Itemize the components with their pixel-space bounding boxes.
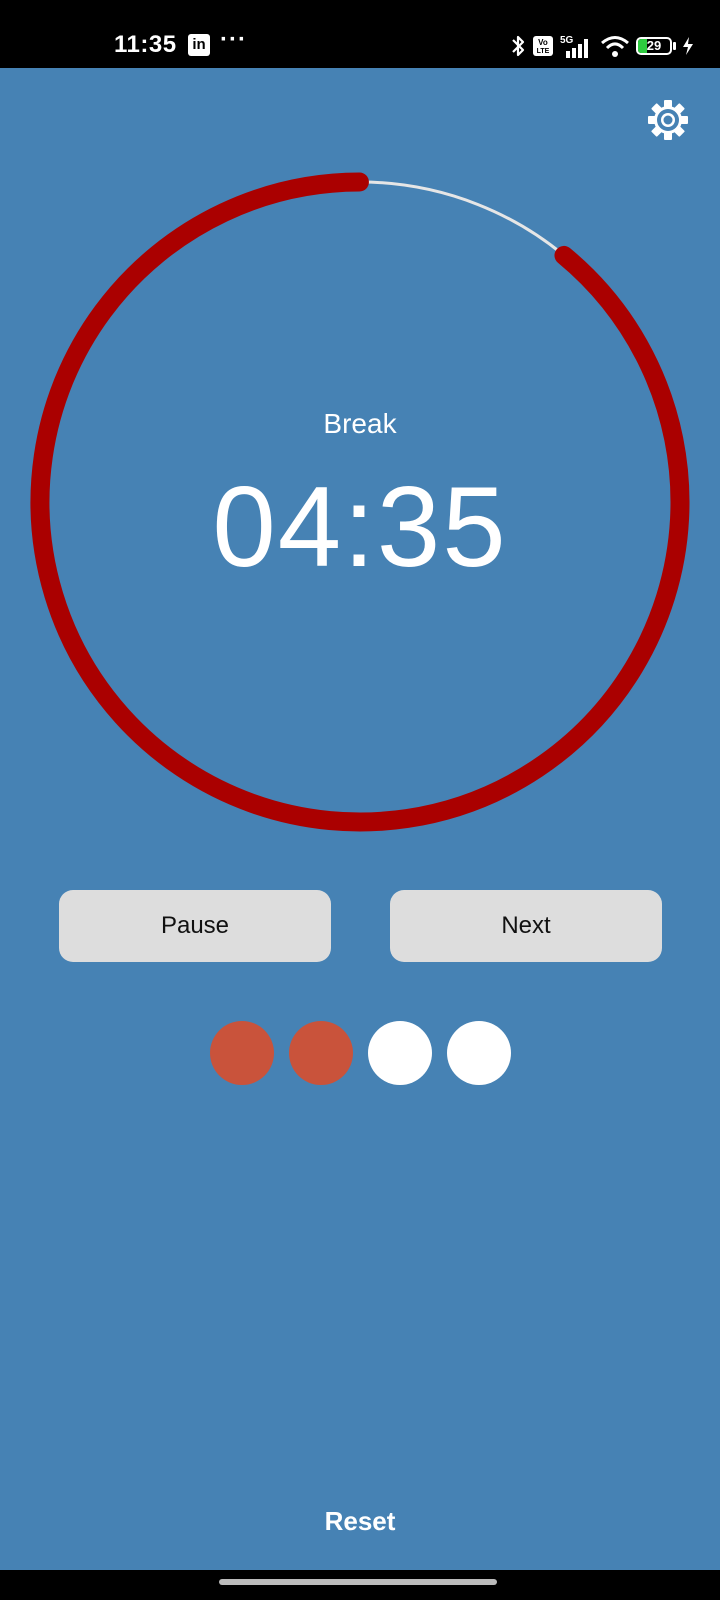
home-gesture-handle[interactable]: [219, 1579, 497, 1585]
phase-label: Break: [323, 408, 397, 439]
next-button[interactable]: Next: [390, 890, 662, 962]
pause-button[interactable]: Pause: [59, 890, 331, 962]
session-dot-pending: [367, 1021, 432, 1085]
timer-ring: [30, 172, 690, 832]
session-dot-completed: [209, 1021, 274, 1085]
time-remaining: 04:35: [212, 464, 508, 591]
navigation-bar: [0, 1570, 720, 1600]
session-dot-pending: [446, 1021, 511, 1085]
reset-button[interactable]: Reset: [0, 1506, 720, 1537]
session-dot-completed: [288, 1021, 353, 1085]
